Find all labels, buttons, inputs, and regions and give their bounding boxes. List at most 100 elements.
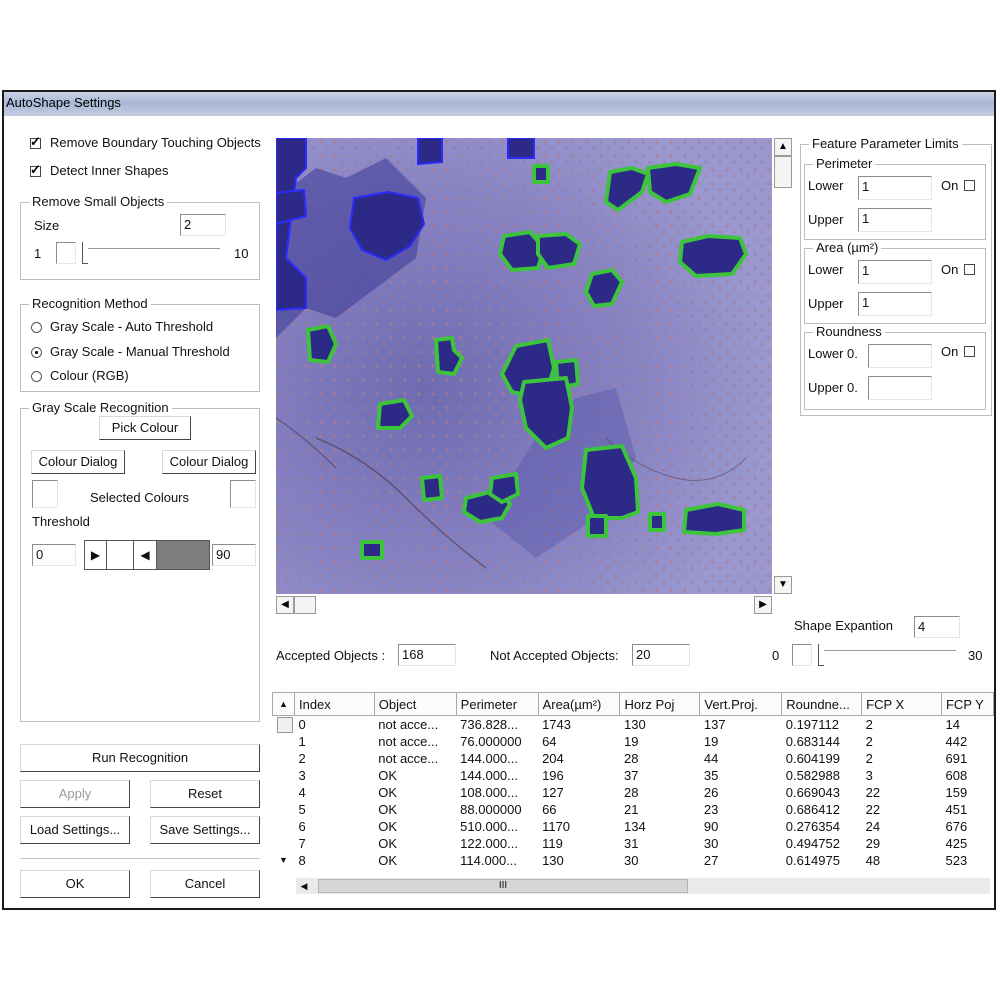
roundness-upper-input[interactable] <box>868 376 932 400</box>
load-settings-button[interactable]: Load Settings... <box>20 816 130 844</box>
table-hscroll-track[interactable]: ◀ III <box>296 878 990 894</box>
radio-auto-threshold[interactable] <box>31 322 42 333</box>
image-scroll-left-icon[interactable]: ◀ <box>276 596 294 614</box>
threshold-min-input[interactable]: 0 <box>32 544 76 566</box>
cell: 425 <box>945 836 968 851</box>
colour-dialog-left-button[interactable]: Colour Dialog <box>31 450 125 474</box>
cell: 1170 <box>542 819 571 834</box>
perimeter-upper-label: Upper <box>808 212 844 227</box>
table-row[interactable]: 4 OK 108.000... 127 28 26 0.669043 22 159 <box>273 784 994 801</box>
selected-colour-left-swatch[interactable] <box>32 480 58 508</box>
perimeter-lower-label: Lower <box>808 178 844 193</box>
row-selector[interactable] <box>276 716 293 733</box>
shape-expansion-slider-track[interactable] <box>820 650 956 651</box>
roundness-on-label: On <box>941 344 959 359</box>
cell: 159 <box>945 785 968 800</box>
cell: 26 <box>703 785 719 800</box>
cancel-button[interactable]: Cancel <box>150 870 260 898</box>
selected-colour-right-swatch[interactable] <box>230 480 256 508</box>
area-lower-input[interactable]: 1 <box>858 260 932 284</box>
table-row[interactable]: 2 not acce... 144.000... 204 28 44 0.604199 2 69… <box>273 750 994 767</box>
image-hscroll-thumb[interactable] <box>294 596 316 614</box>
buttons-divider <box>20 858 260 859</box>
cell: 90 <box>703 819 719 834</box>
apply-button[interactable]: Apply <box>20 780 130 808</box>
image-scroll-up-icon[interactable]: ▲ <box>774 138 792 156</box>
area-on-checkbox[interactable] <box>964 264 975 275</box>
cell: 19 <box>703 734 719 749</box>
area-upper-input[interactable]: 1 <box>858 292 932 316</box>
column-header[interactable]: Object <box>373 692 457 716</box>
column-header[interactable]: Index <box>293 692 375 716</box>
save-settings-button[interactable]: Save Settings... <box>150 816 260 844</box>
radio-manual-threshold[interactable] <box>31 347 42 358</box>
cell: 30 <box>623 853 639 868</box>
shape-expansion-input[interactable]: 4 <box>914 616 960 638</box>
table-row[interactable]: 0 not acce... 736.828... 1743 130 137 0.197112… <box>273 716 994 734</box>
shape-expansion-slider-thumb[interactable] <box>818 644 824 666</box>
size-slider-track[interactable] <box>84 248 220 249</box>
roundness-on-checkbox[interactable] <box>964 346 975 357</box>
sort-down-icon[interactable]: ▼ <box>273 852 295 869</box>
ok-button[interactable]: OK <box>20 870 130 898</box>
selected-colours-label: Selected Colours <box>90 490 189 505</box>
roundness-lower-input[interactable] <box>868 344 932 368</box>
threshold-label: Threshold <box>32 514 90 529</box>
cell: 3 <box>865 768 873 783</box>
table-scroll-left-icon[interactable]: ◀ <box>296 878 312 894</box>
table-row[interactable]: 3 OK 144.000... 196 37 35 0.582988 3 608 <box>273 767 994 784</box>
cell: 27 <box>703 853 719 868</box>
perimeter-upper-input[interactable]: 1 <box>858 208 932 232</box>
accepted-objects-value: 168 <box>398 644 456 666</box>
column-header[interactable]: Horz Poj <box>619 692 701 716</box>
table-row[interactable]: 1 not acce... 76.000000 64 19 19 0.683144 2 442 <box>273 733 994 750</box>
radio-colour-rgb[interactable] <box>31 371 42 382</box>
column-header[interactable]: FCP Y <box>940 692 994 716</box>
table-row[interactable]: 5 OK 88.000000 66 21 23 0.686412 22 451 <box>273 801 994 818</box>
cell: OK <box>378 853 398 868</box>
shape-expansion-slider-box[interactable] <box>792 644 812 666</box>
sort-up-icon[interactable]: ▲ <box>272 692 295 716</box>
cell: 122.000... <box>460 836 518 851</box>
table-row[interactable]: 6 OK 510.000... 1170 134 90 0.276354 24 676 <box>273 818 994 835</box>
perimeter-on-label: On <box>941 178 959 193</box>
column-header[interactable]: Vert.Proj. <box>699 692 783 716</box>
cell: 66 <box>542 802 557 817</box>
pick-colour-button[interactable]: Pick Colour <box>99 416 191 440</box>
reset-button[interactable]: Reset <box>150 780 260 808</box>
size-slider-box[interactable] <box>56 242 76 264</box>
threshold-left-arrow-icon[interactable]: ▶ <box>85 541 107 569</box>
cell: 4 <box>298 785 306 800</box>
image-vscroll-thumb[interactable] <box>774 156 792 188</box>
cell: 0.686412 <box>785 802 840 817</box>
title-bar[interactable]: AutoShape Settings <box>4 92 994 116</box>
radio-colour-rgb-label: Colour (RGB) <box>50 368 129 383</box>
remove-boundary-checkbox[interactable] <box>30 134 41 150</box>
results-table[interactable]: ▲ Index Object Perimeter Area(µm²) Horz … <box>272 692 994 892</box>
area-on-label: On <box>941 262 959 277</box>
table-row[interactable]: ▼ 8 OK 114.000... 130 30 27 0.614975 48 523 <box>273 852 994 869</box>
cell: 204 <box>542 751 564 766</box>
run-recognition-button[interactable]: Run Recognition <box>20 744 260 772</box>
colour-dialog-right-button[interactable]: Colour Dialog <box>162 450 256 474</box>
threshold-right-arrow-icon[interactable]: ◀ <box>133 541 157 569</box>
threshold-range-slider[interactable]: ▶ ◀ <box>84 540 210 570</box>
table-hscroll-thumb[interactable]: III <box>318 879 688 893</box>
image-scroll-down-icon[interactable]: ▼ <box>774 576 792 594</box>
cell: 24 <box>865 819 881 834</box>
column-header[interactable]: Perimeter <box>455 692 539 716</box>
threshold-max-input[interactable]: 90 <box>212 544 256 566</box>
image-scroll-right-icon[interactable]: ▶ <box>754 596 772 614</box>
not-accepted-objects-value: 20 <box>632 644 690 666</box>
perimeter-lower-input[interactable]: 1 <box>858 176 932 200</box>
detect-inner-checkbox[interactable] <box>30 162 41 178</box>
size-slider-thumb[interactable] <box>82 242 88 264</box>
column-header[interactable]: Area(µm²) <box>537 692 621 716</box>
image-view[interactable] <box>276 138 772 594</box>
size-input[interactable]: 2 <box>180 214 226 236</box>
table-row[interactable]: 7 OK 122.000... 119 31 30 0.494752 29 425 <box>273 835 994 852</box>
perimeter-on-checkbox[interactable] <box>964 180 975 191</box>
cell: 676 <box>945 819 968 834</box>
column-header[interactable]: FCP X <box>861 692 942 716</box>
column-header[interactable]: Roundne... <box>781 692 863 716</box>
